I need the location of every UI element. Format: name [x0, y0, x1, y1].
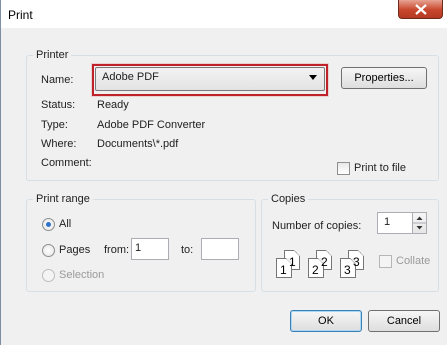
type-value: Adobe PDF Converter — [97, 119, 206, 131]
collate-page-num: 3 — [353, 255, 360, 269]
highlight-box — [92, 64, 328, 96]
pages-radio[interactable] — [42, 244, 55, 257]
name-label: Name: — [41, 74, 74, 86]
where-value: Documents\*.pdf — [97, 138, 179, 150]
where-label: Where: — [41, 138, 77, 150]
collate-checkbox[interactable] — [379, 255, 392, 268]
collate-label[interactable]: Collate — [396, 255, 430, 267]
collate-page-num: 2 — [321, 255, 328, 269]
cancel-button[interactable]: Cancel — [368, 310, 440, 332]
print-range-legend: Print range — [33, 193, 93, 205]
from-input[interactable]: 1 — [131, 238, 169, 260]
collate-page-num: 2 — [312, 263, 319, 277]
all-label[interactable]: All — [59, 218, 71, 230]
ok-button[interactable]: OK — [290, 310, 362, 332]
number-of-copies-label: Number of copies: — [272, 220, 362, 232]
copies-legend: Copies — [268, 193, 309, 205]
comment-label: Comment: — [41, 157, 92, 169]
spinner-arrows-icon — [413, 216, 426, 230]
status-label: Status: — [41, 99, 76, 111]
window-title: Print — [8, 8, 33, 22]
copies-spinner[interactable] — [412, 212, 427, 234]
properties-button[interactable]: Properties... — [341, 67, 427, 89]
collate-page-num: 3 — [344, 263, 351, 277]
printer-group-legend: Printer — [33, 49, 72, 61]
selection-label[interactable]: Selection — [59, 269, 104, 281]
collate-page-num: 1 — [289, 255, 296, 269]
print-to-file-checkbox[interactable] — [337, 162, 350, 175]
collate-page-num: 1 — [280, 263, 287, 277]
all-radio[interactable] — [42, 218, 55, 231]
selection-radio[interactable] — [42, 269, 55, 282]
from-label: from: — [104, 244, 130, 256]
copies-input[interactable]: 1 — [377, 212, 413, 234]
to-label: to: — [181, 244, 194, 256]
pages-label[interactable]: Pages — [59, 244, 90, 256]
print-dialog: Print Printer Name: Adobe PDF Properties… — [0, 0, 447, 345]
print-to-file-label[interactable]: Print to file — [354, 162, 406, 174]
title-bar: Print — [1, 0, 447, 28]
to-input[interactable] — [201, 238, 239, 260]
type-label: Type: — [41, 119, 68, 131]
status-value: Ready — [97, 99, 129, 111]
close-button[interactable] — [398, 0, 443, 19]
close-icon — [415, 4, 427, 15]
collate-pages-icon: 1 1 2 2 3 3 — [276, 250, 376, 284]
